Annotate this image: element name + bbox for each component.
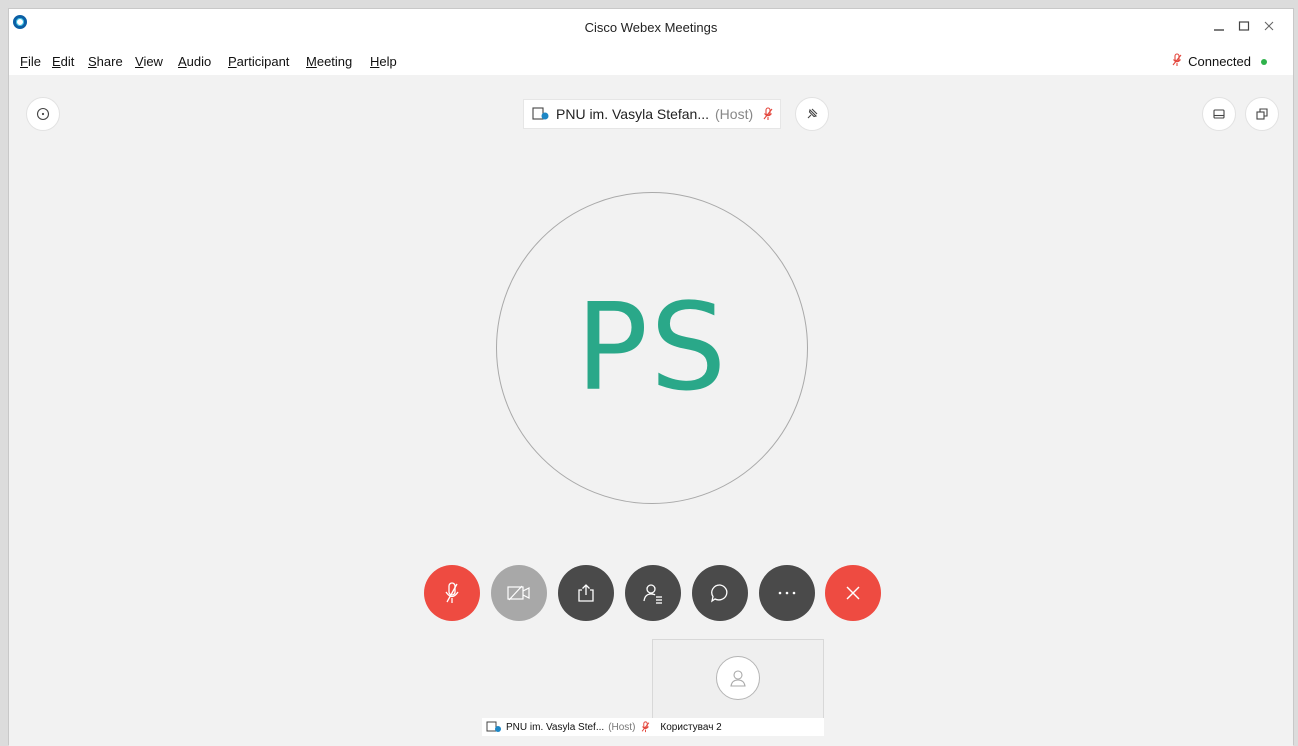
menu-bar: File Edit Share View Audio Participant M…	[9, 47, 1293, 75]
video-button[interactable]	[491, 565, 547, 621]
thumbnail-labels: PNU im. Vasyla Stef... (Host) Користувач…	[482, 718, 824, 736]
muted-mic-icon	[1172, 53, 1182, 70]
connection-status: Connected	[1172, 53, 1267, 70]
webex-window: Cisco Webex Meetings File Edit Share Vie…	[8, 8, 1294, 746]
menu-view-label: iew	[143, 54, 163, 69]
host-device-icon	[486, 721, 501, 732]
connection-status-dot	[1261, 58, 1267, 65]
avatar-initials: PS	[575, 278, 729, 418]
pop-out-icon	[1256, 108, 1268, 120]
mute-button[interactable]	[424, 565, 480, 621]
menu-edit-key: E	[52, 54, 61, 69]
share-button[interactable]	[558, 565, 614, 621]
self-muted-icon	[642, 721, 650, 733]
menu-audio-key: A	[178, 54, 187, 69]
participant-avatar	[716, 656, 760, 700]
user-icon	[730, 670, 746, 687]
other-thumbnail-name: Користувач 2	[660, 721, 722, 733]
self-thumbnail-name: PNU im. Vasyla Stef...	[506, 721, 605, 733]
speaker-muted-icon	[763, 107, 773, 120]
menu-file-key: F	[20, 54, 28, 69]
menu-file-label: ile	[27, 54, 41, 69]
self-thumbnail-role: (Host)	[608, 721, 636, 733]
window-title: Cisco Webex Meetings	[584, 20, 718, 35]
maximize-button[interactable]	[1231, 15, 1257, 37]
minimize-button[interactable]	[1206, 15, 1232, 37]
speaker-name: PNU im. Vasyla Stefan...	[556, 106, 710, 122]
pop-out-button[interactable]	[1245, 97, 1279, 131]
participants-button[interactable]	[625, 565, 681, 621]
menu-edit[interactable]: Edit	[52, 54, 74, 69]
menu-participant-key: P	[228, 54, 237, 69]
pin-button[interactable]	[795, 97, 829, 131]
menu-help-key: H	[370, 54, 380, 69]
video-off-icon	[507, 585, 530, 601]
meeting-stage: PNU im. Vasyla Stefan... (Host) PS PNU i…	[9, 75, 1293, 746]
layout-icon	[1213, 109, 1225, 119]
close-icon	[846, 586, 860, 600]
pin-icon	[807, 108, 818, 119]
menu-share-label: hare	[96, 54, 123, 69]
leave-meeting-button[interactable]	[825, 565, 881, 621]
menu-meeting-key: M	[306, 54, 317, 69]
menu-participant[interactable]: Participant	[228, 54, 289, 69]
menu-file[interactable]: File	[20, 54, 41, 69]
menu-help-label: elp	[379, 54, 397, 69]
menu-meeting[interactable]: Meeting	[306, 54, 352, 69]
menu-view[interactable]: View	[135, 54, 163, 69]
active-speaker-avatar: PS	[496, 192, 808, 504]
chat-icon	[711, 584, 728, 603]
menu-share[interactable]: Share	[88, 54, 123, 69]
layout-button[interactable]	[1202, 97, 1236, 131]
participants-icon	[643, 584, 662, 604]
menu-edit-label: dit	[60, 54, 75, 69]
menu-audio-label: udio	[186, 54, 212, 69]
muted-mic-icon	[445, 582, 459, 603]
menu-meeting-label: eeting	[316, 54, 353, 69]
chat-button[interactable]	[692, 565, 748, 621]
menu-share-key: S	[88, 54, 97, 69]
close-button[interactable]	[1256, 15, 1282, 37]
menu-participant-label: articipant	[236, 54, 290, 69]
speaker-role: (Host)	[715, 106, 754, 122]
connection-status-label: Connected	[1188, 54, 1251, 69]
meeting-info-button[interactable]	[26, 97, 60, 131]
info-icon	[36, 107, 50, 121]
menu-audio[interactable]: Audio	[178, 54, 211, 69]
menu-help[interactable]: Help	[370, 54, 397, 69]
more-options-button[interactable]	[759, 565, 815, 621]
share-icon	[578, 584, 594, 602]
host-device-icon	[532, 107, 549, 120]
more-icon	[778, 591, 796, 595]
title-bar: Cisco Webex Meetings	[9, 9, 1293, 47]
active-speaker-label: PNU im. Vasyla Stefan... (Host)	[523, 99, 781, 129]
